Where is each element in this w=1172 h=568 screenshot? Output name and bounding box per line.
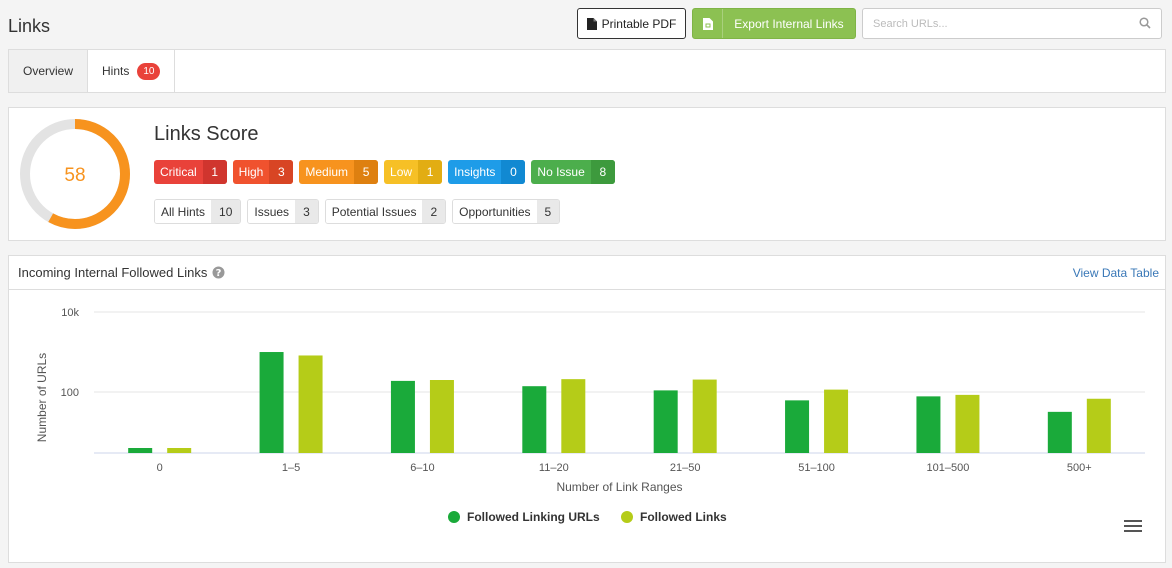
export-internal-links-button[interactable]: Export Internal Links	[692, 8, 856, 39]
printable-pdf-button[interactable]: Printable PDF	[577, 8, 686, 39]
x-axis-label: Number of Link Ranges	[556, 480, 682, 494]
chart-header: Incoming Internal Followed Links ? View …	[9, 256, 1165, 290]
tab-bar: Overview Hints 10	[8, 49, 1166, 93]
filter-label: Opportunities	[453, 200, 537, 223]
incoming-links-chart: 10k 100 0 1–5 6–10 11–20 21–50 51–100 101–500 500…	[35, 307, 1145, 524]
score-donut: 58	[20, 119, 130, 229]
score-value: 58	[64, 165, 85, 186]
y-tick-label: 100	[61, 387, 79, 399]
severity-count: 1	[202, 160, 227, 184]
filter-label: Potential Issues	[325, 200, 423, 223]
tab-overview-label: Overview	[23, 64, 74, 78]
search-box	[862, 8, 1162, 39]
search-icon[interactable]	[1139, 17, 1151, 29]
bar-followed-linking-urls	[653, 390, 678, 453]
bar-followed-linking-urls	[1047, 411, 1072, 453]
severity-label: Critical	[160, 165, 197, 179]
x-tick-label: 51–100	[798, 462, 835, 474]
bar-followed-links	[298, 355, 323, 453]
bar-followed-linking-urls	[259, 352, 284, 453]
legend-label: Followed Links	[640, 510, 727, 524]
view-data-table-link[interactable]: View Data Table	[1073, 266, 1159, 280]
x-tick-label: 101–500	[927, 462, 970, 474]
filter-opportunities[interactable]: Opportunities 5	[452, 199, 561, 224]
x-tick-label: 0	[157, 462, 163, 474]
bar-followed-links	[167, 447, 192, 453]
x-tick-label: 1–5	[282, 462, 300, 474]
severity-count: 3	[269, 160, 294, 184]
tab-hints[interactable]: Hints 10	[88, 50, 176, 92]
severity-label: No Issue	[537, 165, 585, 179]
filter-count: 2	[422, 200, 446, 223]
printable-pdf-label: Printable PDF	[601, 16, 677, 31]
bar-followed-linking-urls	[390, 380, 415, 453]
tab-overview[interactable]: Overview	[9, 50, 89, 92]
severity-label: Medium	[305, 165, 349, 179]
chart-panel-title-text: Incoming Internal Followed Links	[18, 265, 208, 280]
filter-label: Issues	[248, 200, 296, 223]
bar-followed-linking-urls	[522, 386, 547, 453]
chart-menu-icon[interactable]	[1124, 520, 1142, 534]
filter-count: 3	[295, 200, 318, 223]
y-axis-label: Number of URLs	[35, 353, 49, 442]
legend-label: Followed Linking URLs	[467, 510, 600, 524]
chart-panel-title: Incoming Internal Followed Links ?	[18, 265, 225, 280]
legend-swatch	[448, 511, 460, 523]
bar-followed-links	[1086, 398, 1111, 453]
severity-label: High	[238, 165, 264, 179]
x-tick-label: 11–20	[539, 462, 569, 474]
spreadsheet-icon-wrap	[693, 9, 723, 38]
x-tick-label: 500+	[1067, 462, 1092, 474]
search-input[interactable]	[863, 9, 1123, 38]
export-internal-links-label: Export Internal Links	[734, 16, 844, 31]
tab-hints-label: Hints	[102, 64, 130, 78]
severity-insights[interactable]: Insights 0	[448, 160, 526, 184]
severity-count: 5	[354, 160, 379, 184]
document-icon	[586, 17, 597, 30]
bar-followed-links	[429, 379, 454, 453]
filter-label: All Hints	[155, 200, 212, 223]
svg-text:?: ?	[216, 268, 222, 279]
help-icon[interactable]: ?	[212, 266, 225, 279]
bar-followed-links	[955, 394, 980, 453]
links-score-panel: 58 Links Score Critical 1 High 3 Medium …	[8, 107, 1166, 241]
severity-badges: Critical 1 High 3 Medium 5 Low 1 Insight…	[154, 160, 615, 184]
severity-high[interactable]: High 3	[232, 160, 294, 184]
severity-medium[interactable]: Medium 5	[299, 160, 379, 184]
hints-count-badge: 10	[137, 62, 161, 80]
severity-count: 0	[501, 160, 526, 184]
severity-count: 1	[418, 160, 443, 184]
bar-followed-linking-urls	[785, 400, 810, 453]
severity-label: Insights	[454, 165, 496, 179]
bar-followed-links	[692, 379, 717, 453]
filter-count: 10	[211, 200, 241, 223]
hint-count-filters: All Hints 10 Issues 3 Potential Issues 2…	[154, 199, 561, 224]
filter-all-hints[interactable]: All Hints 10	[154, 199, 242, 224]
spreadsheet-icon	[702, 17, 713, 30]
legend-swatch	[621, 511, 633, 523]
links-score-title: Links Score	[154, 123, 259, 145]
filter-issues[interactable]: Issues 3	[247, 199, 319, 224]
bar-followed-linking-urls	[916, 396, 941, 453]
x-tick-label: 6–10	[410, 462, 434, 474]
x-tick-label: 21–50	[670, 462, 701, 474]
filter-potential-issues[interactable]: Potential Issues 2	[324, 199, 447, 224]
bar-followed-links	[561, 379, 586, 453]
severity-label: Low	[390, 165, 413, 179]
bar-followed-links	[824, 389, 849, 453]
severity-low[interactable]: Low 1	[384, 160, 443, 184]
bar-followed-linking-urls	[128, 447, 153, 453]
severity-critical[interactable]: Critical 1	[154, 160, 227, 184]
incoming-links-chart-panel: 10k 100 0 1–5 6–10 11–20 21–50 51–100 101–500 500…	[8, 255, 1166, 563]
y-tick-label: 10k	[61, 307, 79, 319]
page-title: Links	[8, 16, 51, 36]
filter-count: 5	[536, 200, 560, 223]
severity-count: 8	[590, 160, 615, 184]
severity-no-issue[interactable]: No Issue 8	[531, 160, 615, 184]
